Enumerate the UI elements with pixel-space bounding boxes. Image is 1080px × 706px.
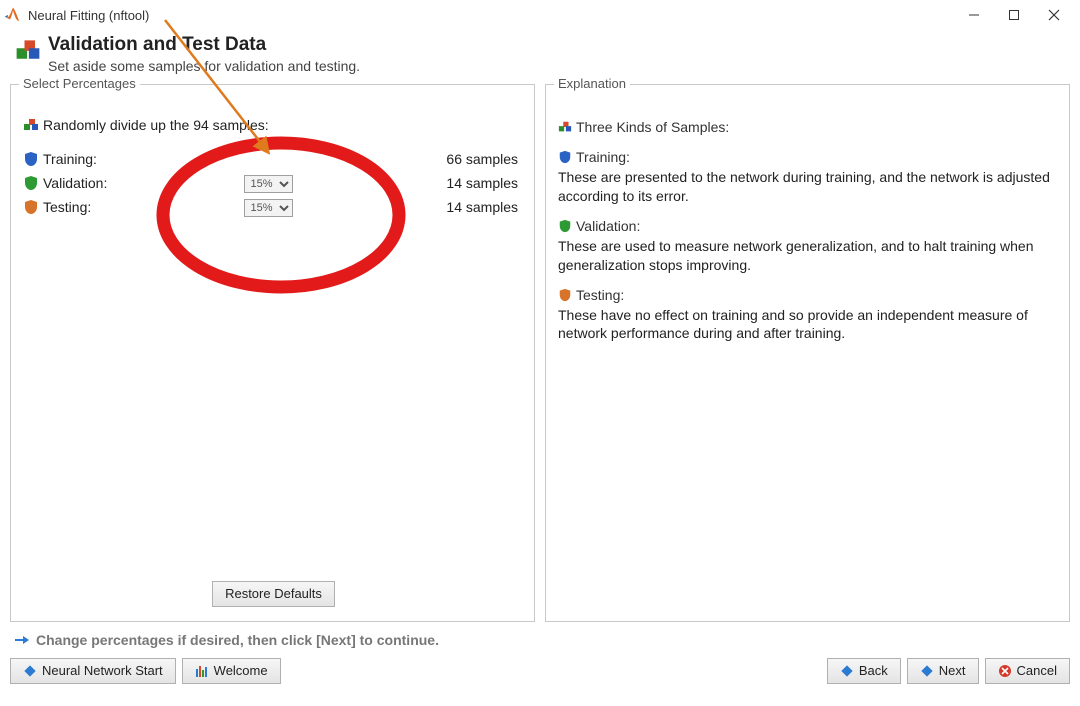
page-title: Validation and Test Data: [48, 34, 360, 56]
titlebar: Neural Fitting (nftool): [0, 0, 1080, 30]
testing-samples: 14 samples: [383, 199, 524, 215]
testing-percent-select[interactable]: 15%: [244, 199, 293, 217]
matlab-icon: [4, 6, 22, 24]
cancel-icon: [998, 664, 1012, 678]
arrow-right-icon: [14, 632, 30, 648]
cubes-icon: [558, 120, 572, 134]
testing-label: Testing:: [43, 199, 153, 215]
validation-percent-select[interactable]: 15%: [244, 175, 293, 193]
close-button[interactable]: [1034, 2, 1074, 28]
validation-samples: 14 samples: [383, 175, 524, 191]
shield-blue-icon: [23, 151, 39, 167]
footer: Neural Network Start Welcome Back Next C…: [0, 652, 1080, 692]
page-header: Validation and Test Data Set aside some …: [0, 30, 1080, 84]
training-label: Training:: [43, 151, 153, 167]
validation-text: These are used to measure network genera…: [558, 237, 1059, 275]
testing-heading: Testing:: [558, 287, 1059, 303]
panel-legend-right: Explanation: [554, 76, 630, 91]
select-percentages-panel: Select Percentages Randomly divide up th…: [10, 84, 535, 622]
validation-label: Validation:: [43, 175, 153, 191]
back-button[interactable]: Back: [827, 658, 901, 684]
shield-orange-icon: [558, 288, 572, 302]
diamond-blue-icon: [840, 664, 854, 678]
maximize-button[interactable]: [994, 2, 1034, 28]
shield-green-icon: [558, 219, 572, 233]
minimize-button[interactable]: [954, 2, 994, 28]
intro-text: Randomly divide up the 94 samples:: [43, 117, 269, 133]
cancel-button[interactable]: Cancel: [985, 658, 1070, 684]
next-button[interactable]: Next: [907, 658, 979, 684]
shield-blue-icon: [558, 150, 572, 164]
shield-green-icon: [23, 175, 39, 191]
training-row: Training: 66 samples: [23, 147, 524, 171]
window-title: Neural Fitting (nftool): [28, 8, 149, 23]
diamond-blue-icon: [920, 664, 934, 678]
restore-defaults-button[interactable]: Restore Defaults: [212, 581, 335, 607]
training-text: These are presented to the network durin…: [558, 168, 1059, 206]
testing-row: Testing: 15% 14 samples: [23, 195, 524, 219]
cubes-icon: [14, 36, 42, 64]
page-subtitle: Set aside some samples for validation an…: [48, 58, 360, 74]
hint-line: Change percentages if desired, then clic…: [0, 622, 1080, 652]
bars-icon: [195, 664, 209, 678]
cubes-icon: [23, 117, 39, 133]
diamond-blue-icon: [23, 664, 37, 678]
testing-text: These have no effect on training and so …: [558, 306, 1059, 344]
intro-row: Randomly divide up the 94 samples:: [23, 113, 524, 137]
neural-network-start-button[interactable]: Neural Network Start: [10, 658, 176, 684]
training-samples: 66 samples: [383, 151, 524, 167]
kinds-heading: Three Kinds of Samples:: [558, 119, 1059, 135]
welcome-button[interactable]: Welcome: [182, 658, 281, 684]
panel-legend-left: Select Percentages: [19, 76, 140, 91]
training-heading: Training:: [558, 149, 1059, 165]
validation-heading: Validation:: [558, 218, 1059, 234]
validation-row: Validation: 15% 14 samples: [23, 171, 524, 195]
explanation-panel: Explanation Three Kinds of Samples: Trai…: [545, 84, 1070, 622]
shield-orange-icon: [23, 199, 39, 215]
main-content: Select Percentages Randomly divide up th…: [0, 84, 1080, 622]
